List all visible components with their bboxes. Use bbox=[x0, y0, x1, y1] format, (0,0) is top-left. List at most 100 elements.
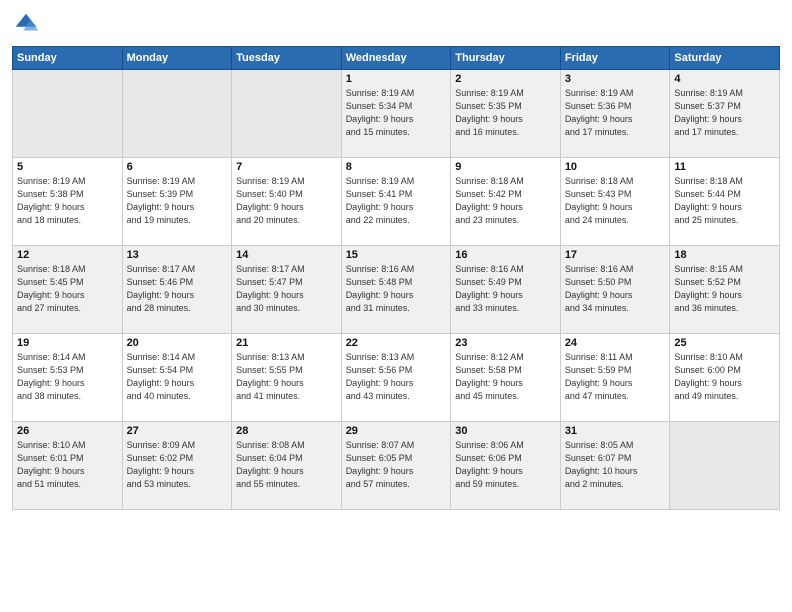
day-number: 3 bbox=[565, 73, 666, 85]
header bbox=[12, 10, 780, 38]
calendar-day-cell: 15Sunrise: 8:16 AM Sunset: 5:48 PM Dayli… bbox=[341, 246, 451, 334]
day-info: Sunrise: 8:19 AM Sunset: 5:39 PM Dayligh… bbox=[127, 175, 228, 227]
calendar-day-cell: 26 Sunrise: 8:10 AM Sunset: 6:01 PM Dayli… bbox=[13, 422, 123, 510]
calendar-day-cell: 11Sunrise: 8:18 AM Sunset: 5:44 PM Dayli… bbox=[670, 158, 780, 246]
day-info: Sunrise: 8:06 AM Sunset: 6:06 PM Dayligh… bbox=[455, 439, 556, 491]
calendar-table: SundayMondayTuesdayWednesdayThursdayFrid… bbox=[12, 46, 780, 510]
calendar-day-cell bbox=[13, 70, 123, 158]
weekday-header-thursday: Thursday bbox=[451, 47, 561, 70]
logo bbox=[12, 10, 44, 38]
day-info: Sunrise: 8:18 AM Sunset: 5:44 PM Dayligh… bbox=[674, 175, 775, 227]
day-number: 20 bbox=[127, 337, 228, 349]
day-info: Sunrise: 8:17 AM Sunset: 5:47 PM Dayligh… bbox=[236, 263, 337, 315]
day-info: Sunrise: 8:11 AM Sunset: 5:59 PM Dayligh… bbox=[565, 351, 666, 403]
day-info: Sunrise: 8:19 AM Sunset: 5:34 PM Dayligh… bbox=[346, 87, 447, 139]
day-info: Sunrise: 8:05 AM Sunset: 6:07 PM Dayligh… bbox=[565, 439, 666, 491]
calendar-day-cell: 17 Sunrise: 8:16 AM Sunset: 5:50 PM Dayli… bbox=[560, 246, 670, 334]
calendar-day-cell: 28 Sunrise: 8:08 AM Sunset: 6:04 PM Dayli… bbox=[232, 422, 342, 510]
day-number: 7 bbox=[236, 161, 337, 173]
calendar-day-cell: 31 Sunrise: 8:05 AM Sunset: 6:07 PM Dayli… bbox=[560, 422, 670, 510]
calendar-day-cell: 18 Sunrise: 8:15 AM Sunset: 5:52 PM Dayli… bbox=[670, 246, 780, 334]
day-info: Sunrise: 8:16 AM Sunset: 5:50 PM Dayligh… bbox=[565, 263, 666, 315]
day-number: 1 bbox=[346, 73, 447, 85]
day-number: 19 bbox=[17, 337, 118, 349]
calendar-week-row: 5 Sunrise: 8:19 AM Sunset: 5:38 PM Daylig… bbox=[13, 158, 780, 246]
calendar-day-cell bbox=[670, 422, 780, 510]
day-number: 12 bbox=[17, 249, 118, 261]
day-info: Sunrise: 8:09 AM Sunset: 6:02 PM Dayligh… bbox=[127, 439, 228, 491]
calendar-week-row: 1 Sunrise: 8:19 AM Sunset: 5:34 PM Daylig… bbox=[13, 70, 780, 158]
day-info: Sunrise: 8:19 AM Sunset: 5:36 PM Dayligh… bbox=[565, 87, 666, 139]
day-info: Sunrise: 8:08 AM Sunset: 6:04 PM Dayligh… bbox=[236, 439, 337, 491]
calendar-day-cell: 7 Sunrise: 8:19 AM Sunset: 5:40 PM Daylig… bbox=[232, 158, 342, 246]
calendar-day-cell: 24Sunrise: 8:11 AM Sunset: 5:59 PM Dayli… bbox=[560, 334, 670, 422]
calendar-day-cell: 8 Sunrise: 8:19 AM Sunset: 5:41 PM Daylig… bbox=[341, 158, 451, 246]
day-info: Sunrise: 8:19 AM Sunset: 5:37 PM Dayligh… bbox=[674, 87, 775, 139]
calendar-day-cell: 3 Sunrise: 8:19 AM Sunset: 5:36 PM Daylig… bbox=[560, 70, 670, 158]
day-number: 30 bbox=[455, 425, 556, 437]
calendar-day-cell bbox=[232, 70, 342, 158]
calendar-day-cell: 4 Sunrise: 8:19 AM Sunset: 5:37 PM Daylig… bbox=[670, 70, 780, 158]
calendar-day-cell: 12Sunrise: 8:18 AM Sunset: 5:45 PM Dayli… bbox=[13, 246, 123, 334]
weekday-header-friday: Friday bbox=[560, 47, 670, 70]
calendar-day-cell: 23 Sunrise: 8:12 AM Sunset: 5:58 PM Dayli… bbox=[451, 334, 561, 422]
day-info: Sunrise: 8:18 AM Sunset: 5:43 PM Dayligh… bbox=[565, 175, 666, 227]
day-number: 18 bbox=[674, 249, 775, 261]
day-number: 22 bbox=[346, 337, 447, 349]
day-number: 17 bbox=[565, 249, 666, 261]
calendar-day-cell: 9Sunrise: 8:18 AM Sunset: 5:42 PM Daylig… bbox=[451, 158, 561, 246]
day-info: Sunrise: 8:16 AM Sunset: 5:49 PM Dayligh… bbox=[455, 263, 556, 315]
weekday-header-row: SundayMondayTuesdayWednesdayThursdayFrid… bbox=[13, 47, 780, 70]
day-number: 25 bbox=[674, 337, 775, 349]
day-number: 4 bbox=[674, 73, 775, 85]
day-info: Sunrise: 8:10 AM Sunset: 6:01 PM Dayligh… bbox=[17, 439, 118, 491]
calendar-day-cell: 16 Sunrise: 8:16 AM Sunset: 5:49 PM Dayli… bbox=[451, 246, 561, 334]
day-number: 10 bbox=[565, 161, 666, 173]
day-number: 2 bbox=[455, 73, 556, 85]
day-number: 28 bbox=[236, 425, 337, 437]
day-number: 31 bbox=[565, 425, 666, 437]
day-info: Sunrise: 8:14 AM Sunset: 5:54 PM Dayligh… bbox=[127, 351, 228, 403]
weekday-header-sunday: Sunday bbox=[13, 47, 123, 70]
calendar-day-cell: 20 Sunrise: 8:14 AM Sunset: 5:54 PM Dayli… bbox=[122, 334, 232, 422]
calendar-day-cell: 22 Sunrise: 8:13 AM Sunset: 5:56 PM Dayli… bbox=[341, 334, 451, 422]
day-number: 5 bbox=[17, 161, 118, 173]
day-info: Sunrise: 8:12 AM Sunset: 5:58 PM Dayligh… bbox=[455, 351, 556, 403]
day-info: Sunrise: 8:15 AM Sunset: 5:52 PM Dayligh… bbox=[674, 263, 775, 315]
calendar-week-row: 26 Sunrise: 8:10 AM Sunset: 6:01 PM Dayli… bbox=[13, 422, 780, 510]
day-info: Sunrise: 8:13 AM Sunset: 5:56 PM Dayligh… bbox=[346, 351, 447, 403]
calendar-day-cell: 6 Sunrise: 8:19 AM Sunset: 5:39 PM Daylig… bbox=[122, 158, 232, 246]
day-info: Sunrise: 8:19 AM Sunset: 5:38 PM Dayligh… bbox=[17, 175, 118, 227]
calendar-day-cell: 1 Sunrise: 8:19 AM Sunset: 5:34 PM Daylig… bbox=[341, 70, 451, 158]
calendar-day-cell: 30 Sunrise: 8:06 AM Sunset: 6:06 PM Dayli… bbox=[451, 422, 561, 510]
day-number: 23 bbox=[455, 337, 556, 349]
day-number: 27 bbox=[127, 425, 228, 437]
day-info: Sunrise: 8:13 AM Sunset: 5:55 PM Dayligh… bbox=[236, 351, 337, 403]
day-number: 6 bbox=[127, 161, 228, 173]
calendar-day-cell: 27 Sunrise: 8:09 AM Sunset: 6:02 PM Dayli… bbox=[122, 422, 232, 510]
weekday-header-saturday: Saturday bbox=[670, 47, 780, 70]
day-number: 29 bbox=[346, 425, 447, 437]
logo-icon bbox=[12, 10, 40, 38]
day-info: Sunrise: 8:17 AM Sunset: 5:46 PM Dayligh… bbox=[127, 263, 228, 315]
day-number: 26 bbox=[17, 425, 118, 437]
day-info: Sunrise: 8:18 AM Sunset: 5:42 PM Dayligh… bbox=[455, 175, 556, 227]
day-info: Sunrise: 8:19 AM Sunset: 5:41 PM Dayligh… bbox=[346, 175, 447, 227]
day-info: Sunrise: 8:16 AM Sunset: 5:48 PM Dayligh… bbox=[346, 263, 447, 315]
calendar-day-cell: 13Sunrise: 8:17 AM Sunset: 5:46 PM Dayli… bbox=[122, 246, 232, 334]
page: SundayMondayTuesdayWednesdayThursdayFrid… bbox=[0, 0, 792, 612]
day-info: Sunrise: 8:10 AM Sunset: 6:00 PM Dayligh… bbox=[674, 351, 775, 403]
calendar-day-cell: 21Sunrise: 8:13 AM Sunset: 5:55 PM Dayli… bbox=[232, 334, 342, 422]
day-number: 14 bbox=[236, 249, 337, 261]
calendar-day-cell: 5 Sunrise: 8:19 AM Sunset: 5:38 PM Daylig… bbox=[13, 158, 123, 246]
calendar-week-row: 19 Sunrise: 8:14 AM Sunset: 5:53 PM Dayli… bbox=[13, 334, 780, 422]
day-number: 16 bbox=[455, 249, 556, 261]
day-number: 8 bbox=[346, 161, 447, 173]
weekday-header-monday: Monday bbox=[122, 47, 232, 70]
day-info: Sunrise: 8:14 AM Sunset: 5:53 PM Dayligh… bbox=[17, 351, 118, 403]
day-info: Sunrise: 8:19 AM Sunset: 5:40 PM Dayligh… bbox=[236, 175, 337, 227]
weekday-header-wednesday: Wednesday bbox=[341, 47, 451, 70]
calendar-day-cell: 19 Sunrise: 8:14 AM Sunset: 5:53 PM Dayli… bbox=[13, 334, 123, 422]
day-info: Sunrise: 8:19 AM Sunset: 5:35 PM Dayligh… bbox=[455, 87, 556, 139]
day-info: Sunrise: 8:07 AM Sunset: 6:05 PM Dayligh… bbox=[346, 439, 447, 491]
